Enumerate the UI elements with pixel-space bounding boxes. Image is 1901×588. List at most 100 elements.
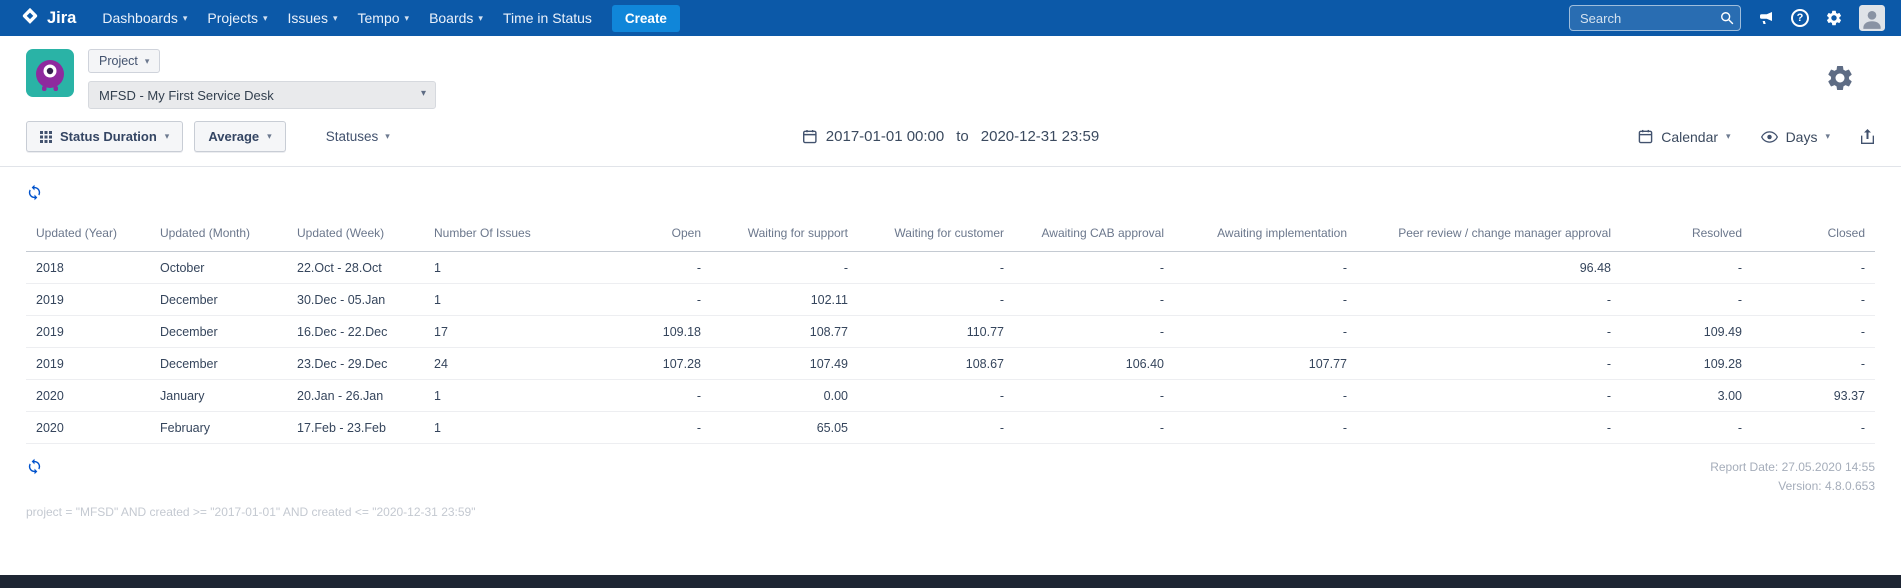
aggregation-dropdown[interactable]: Average ▾ bbox=[194, 121, 286, 152]
report-settings-gear-icon[interactable] bbox=[1825, 63, 1855, 98]
table-cell: 108.67 bbox=[852, 347, 1008, 380]
table-cell: 109.49 bbox=[1615, 315, 1746, 348]
unit-label: Days bbox=[1785, 128, 1818, 145]
search-icon[interactable] bbox=[1720, 11, 1734, 30]
table-cell: - bbox=[580, 411, 705, 444]
nav-item-tempo[interactable]: Tempo ▾ bbox=[348, 0, 420, 36]
nav-item-label: Boards bbox=[429, 10, 474, 26]
table-cell: 102.11 bbox=[705, 283, 852, 316]
nav-item-time-in-status[interactable]: Time in Status bbox=[493, 0, 602, 36]
table-cell: 2020 bbox=[26, 411, 156, 444]
nav-item-issues[interactable]: Issues ▾ bbox=[278, 0, 348, 36]
table-cell: - bbox=[852, 283, 1008, 316]
table-cell: - bbox=[1008, 379, 1168, 412]
column-header: Updated (Month) bbox=[156, 218, 293, 252]
table-cell: 24 bbox=[430, 347, 580, 380]
refresh-icon[interactable] bbox=[26, 184, 43, 201]
project-select-input[interactable]: MFSD - My First Service Desk bbox=[88, 81, 436, 109]
table-cell: December bbox=[156, 347, 293, 380]
scope-label: Project bbox=[99, 54, 138, 68]
table-cell: - bbox=[1351, 347, 1615, 380]
table-cell: 93.37 bbox=[1746, 379, 1875, 412]
chevron-down-icon: ▾ bbox=[478, 12, 483, 23]
search-box bbox=[1569, 5, 1741, 31]
table-cell: - bbox=[705, 251, 852, 284]
toolbar-right-group: Calendar ▾ Days ▾ bbox=[1638, 128, 1875, 145]
nav-item-label: Time in Status bbox=[502, 10, 592, 26]
report-footer: Report Date: 27.05.2020 14:55 Version: 4… bbox=[26, 458, 1875, 496]
table-cell: 0.00 bbox=[705, 379, 852, 412]
top-nav: Jira Dashboards ▾ Projects ▾ Issues ▾ Te… bbox=[0, 0, 1901, 36]
calendar-mode-dropdown[interactable]: Calendar ▾ bbox=[1638, 129, 1731, 145]
jira-logo[interactable]: Jira bbox=[20, 6, 76, 31]
table-cell: 2019 bbox=[26, 347, 156, 380]
report-date: Report Date: 27.05.2020 14:55 bbox=[1710, 460, 1875, 474]
column-header: Updated (Week) bbox=[293, 218, 430, 252]
table-row: 2019 December 16.Dec - 22.Dec 17 109.18 108.7… bbox=[26, 315, 1875, 348]
create-button[interactable]: Create bbox=[611, 4, 680, 32]
status-duration-table: Updated (Year) Updated (Month) Updated (We… bbox=[26, 218, 1875, 444]
table-cell: 1 bbox=[430, 251, 580, 284]
table-cell: 2020 bbox=[26, 379, 156, 412]
report-section: Updated (Year) Updated (Month) Updated (We… bbox=[0, 167, 1901, 519]
table-cell: 107.49 bbox=[705, 347, 852, 380]
table-cell: 17.Feb - 23.Feb bbox=[293, 411, 430, 444]
table-cell: - bbox=[1351, 411, 1615, 444]
table-cell: - bbox=[580, 283, 705, 316]
chevron-down-icon: ▾ bbox=[144, 55, 150, 66]
jira-logo-icon bbox=[20, 6, 40, 31]
column-header: Updated (Year) bbox=[26, 218, 156, 252]
date-range-picker[interactable]: 2017-01-01 00:00 to 2020-12-31 23:59 bbox=[802, 128, 1099, 145]
scope-dropdown-button[interactable]: Project ▾ bbox=[88, 49, 161, 73]
table-body: 2018 October 22.Oct - 28.Oct 1- - - - -96.48- -2… bbox=[26, 251, 1875, 444]
unit-dropdown[interactable]: Days ▾ bbox=[1760, 128, 1830, 145]
report-meta: Report Date: 27.05.2020 14:55 Version: 4… bbox=[1710, 458, 1875, 496]
table-cell: - bbox=[852, 251, 1008, 284]
table-cell: - bbox=[852, 379, 1008, 412]
nav-item-projects[interactable]: Projects ▾ bbox=[197, 0, 277, 36]
announcement-icon[interactable] bbox=[1755, 7, 1777, 29]
gear-icon[interactable] bbox=[1823, 7, 1845, 29]
table-cell: - bbox=[1168, 315, 1351, 348]
table-cell: - bbox=[1746, 251, 1875, 284]
table-cell: - bbox=[1746, 315, 1875, 348]
chevron-down-icon: ▾ bbox=[332, 12, 338, 23]
table-cell: 96.48 bbox=[1351, 251, 1615, 284]
table-cell: 1 bbox=[430, 411, 580, 444]
table-cell: 3.00 bbox=[1615, 379, 1746, 412]
table-cell: - bbox=[1615, 411, 1746, 444]
table-cell: - bbox=[1168, 251, 1351, 284]
column-header: Peer review / change manager approval bbox=[1351, 218, 1615, 252]
help-icon[interactable]: ? bbox=[1791, 9, 1809, 27]
brand-text: Jira bbox=[47, 8, 77, 27]
table-row: 2018 October 22.Oct - 28.Oct 1- - - - -96.48- - bbox=[26, 251, 1875, 284]
project-select: MFSD - My First Service Desk ▾ bbox=[88, 81, 436, 109]
user-avatar[interactable] bbox=[1859, 5, 1885, 31]
table-cell: - bbox=[1351, 315, 1615, 348]
table-cell: 109.28 bbox=[1615, 347, 1746, 380]
eye-icon bbox=[1760, 130, 1778, 143]
statuses-dropdown[interactable]: Statuses ▾ bbox=[326, 129, 390, 144]
project-selector-group: Project ▾ MFSD - My First Service Desk ▾ bbox=[88, 49, 436, 109]
nav-item-dashboards[interactable]: Dashboards ▾ bbox=[92, 0, 197, 36]
table-cell: 1 bbox=[430, 379, 580, 412]
table-cell: - bbox=[1351, 379, 1615, 412]
export-icon[interactable] bbox=[1860, 128, 1875, 145]
table-cell: 20.Jan - 26.Jan bbox=[293, 379, 430, 412]
chevron-down-icon: ▾ bbox=[1825, 131, 1830, 141]
table-cell: - bbox=[580, 379, 705, 412]
search-input[interactable] bbox=[1569, 5, 1741, 31]
chevron-down-icon: ▾ bbox=[1726, 131, 1731, 141]
table-cell: 30.Dec - 05.Jan bbox=[293, 283, 430, 316]
report-type-dropdown[interactable]: Status Duration ▾ bbox=[26, 121, 184, 152]
refresh-icon[interactable] bbox=[26, 458, 43, 475]
table-cell: December bbox=[156, 315, 293, 348]
column-header: Open bbox=[580, 218, 705, 252]
chevron-down-icon: ▾ bbox=[404, 12, 410, 23]
table-cell: - bbox=[1008, 411, 1168, 444]
column-header: Waiting for support bbox=[705, 218, 852, 252]
report-toolbar: Status Duration ▾ Average ▾ Statuses ▾ 2… bbox=[0, 115, 1901, 167]
table-cell: - bbox=[1168, 411, 1351, 444]
column-header: Awaiting implementation bbox=[1168, 218, 1351, 252]
nav-item-boards[interactable]: Boards ▾ bbox=[419, 0, 493, 36]
